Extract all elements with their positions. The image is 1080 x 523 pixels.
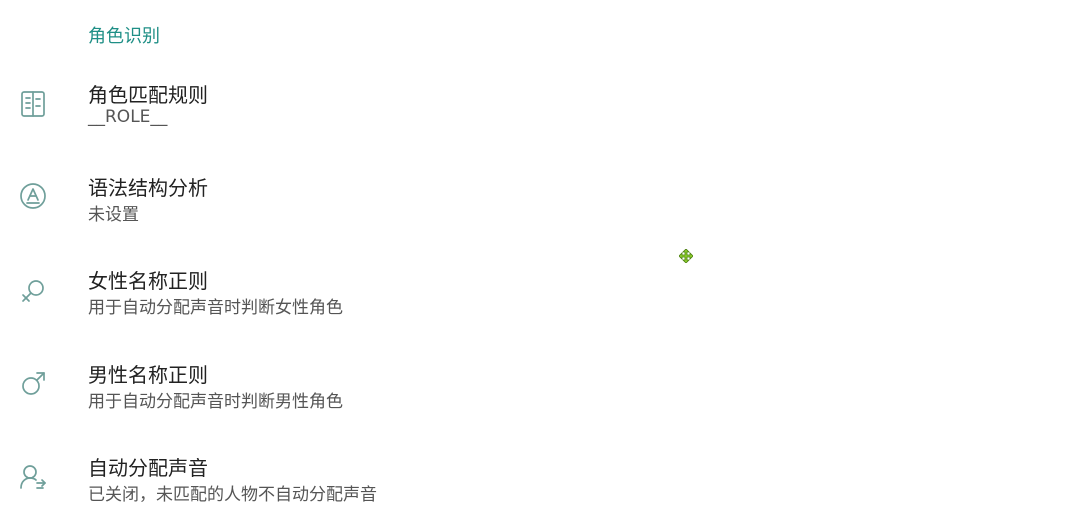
rules-list-icon (16, 87, 50, 121)
pref-title: 女性名称正则 (88, 269, 208, 293)
pref-summary: 用于自动分配声音时判断男性角色 (88, 392, 343, 412)
pref-summary: 用于自动分配声音时判断女性角色 (88, 298, 343, 318)
section-header-role-recognition: 角色识别 (88, 26, 160, 47)
pref-summary: 未设置 (88, 205, 139, 225)
grammar-circle-a-icon (16, 179, 50, 213)
pref-summary: 已关闭，未匹配的人物不自动分配声音 (88, 485, 377, 505)
person-voice-icon (16, 460, 50, 494)
pref-auto-assign-voice[interactable]: 自动分配声音 已关闭，未匹配的人物不自动分配声音 (0, 443, 1080, 523)
pref-title: 自动分配声音 (88, 456, 208, 480)
pref-grammar-analysis[interactable]: 语法结构分析 未设置 (0, 164, 1080, 244)
pref-male-name-regex[interactable]: 男性名称正则 用于自动分配声音时判断男性角色 (0, 350, 1080, 430)
pref-role-match-rules[interactable]: 角色匹配规则 __ROLE__ (0, 70, 1080, 150)
female-symbol-icon (16, 274, 50, 308)
male-symbol-icon (16, 367, 50, 401)
move-cursor-icon (678, 248, 694, 264)
pref-summary: __ROLE__ (88, 107, 168, 127)
pref-title: 语法结构分析 (88, 176, 208, 200)
pref-title: 男性名称正则 (88, 363, 208, 387)
pref-title: 角色匹配规则 (88, 83, 208, 107)
pref-female-name-regex[interactable]: 女性名称正则 用于自动分配声音时判断女性角色 (0, 257, 1080, 337)
